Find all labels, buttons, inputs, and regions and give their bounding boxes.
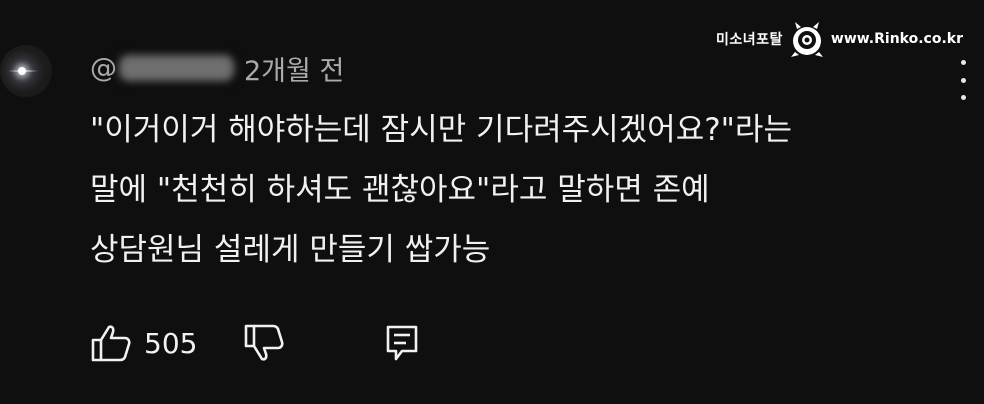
avatar[interactable]: [0, 45, 52, 97]
comment-header: @ 2개월 전: [90, 48, 344, 88]
dislike-button[interactable]: [243, 323, 285, 363]
comment-line: 상담원님 설레게 만들기 쌉가능: [90, 232, 491, 268]
comment-reply-icon: [387, 325, 418, 361]
kebab-dot: [960, 77, 966, 83]
like-button[interactable]: [90, 323, 132, 363]
mascot-logo-icon: [790, 22, 823, 57]
thumbs-down-icon: [245, 324, 284, 361]
comment-actions: 505: [90, 322, 419, 364]
thumbs-up-icon: [91, 325, 131, 362]
channel-handle[interactable]: @: [90, 53, 117, 84]
kebab-dot: [960, 95, 966, 100]
watermark-site-name: 미소녀포탈: [716, 32, 783, 48]
comment-line: 말에 "천천히 하셔도 괜찮아요"라고 말하면 존예: [90, 172, 710, 208]
kebab-dot: [960, 60, 966, 65]
channel-handle-blurred: [119, 55, 234, 81]
reply-button[interactable]: [385, 324, 419, 362]
like-count: 505: [144, 326, 198, 360]
avatar-star: [18, 67, 26, 75]
watermark-url: www.Rinko.co.kr: [830, 31, 963, 47]
comment-line: "이거이거 해야하는데 잠시만 기다려주시겠어요?"라는: [90, 112, 792, 148]
comment-timestamp[interactable]: 2개월 전: [244, 49, 344, 88]
more-vert-icon[interactable]: [952, 60, 974, 100]
comment-body: "이거이거 해야하는데 잠시만 기다려주시겠어요?"라는 말에 "천천히 하셔도…: [90, 100, 960, 280]
watermark: 미소녀포탈 www.Rinko.co.kr: [716, 18, 963, 60]
